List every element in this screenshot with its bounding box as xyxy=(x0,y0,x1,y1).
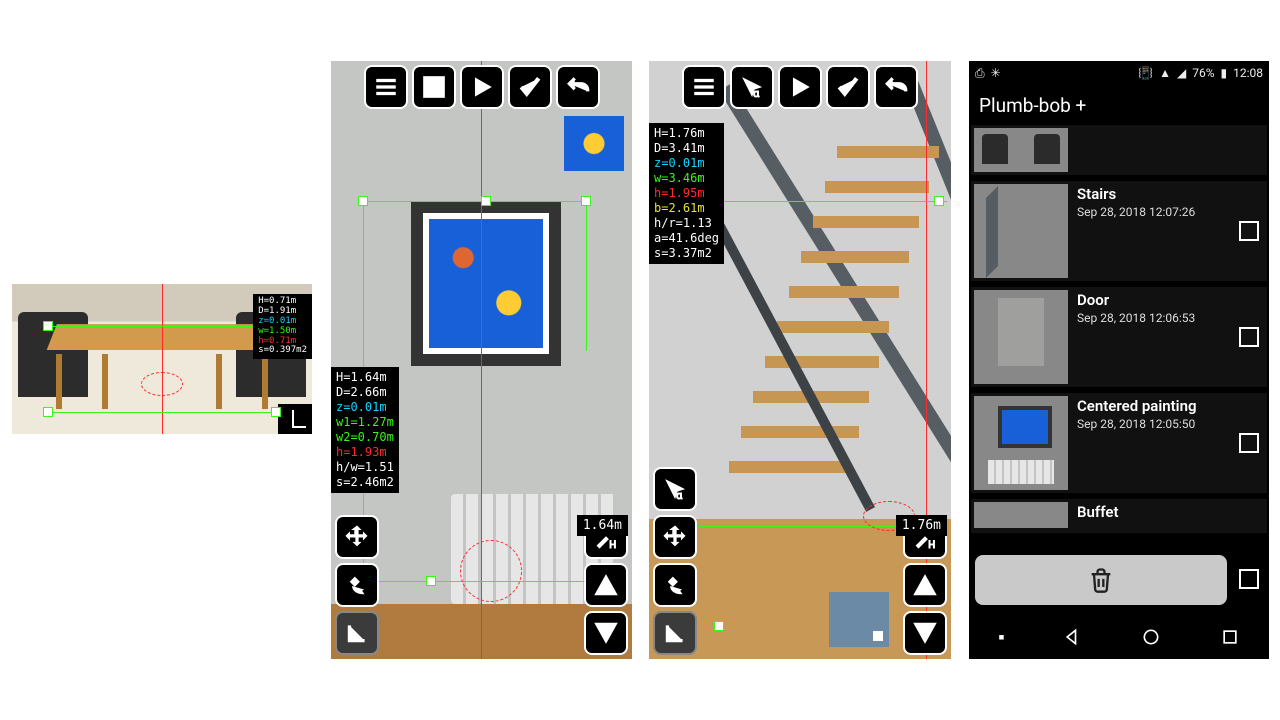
canvas: H=0.71m D=1.91m z=0.01m w=1.50m h=0.71m … xyxy=(0,0,1280,720)
checkbox[interactable] xyxy=(1239,433,1259,453)
item-name: Stairs xyxy=(1077,185,1195,203)
screenshot-list: ⎙ ✳ 📳 ▲ ◢ 76% ▮ 12:08 Plumb-bob + Stairs… xyxy=(969,61,1269,659)
recent-icon[interactable] xyxy=(1220,627,1240,647)
screenshot-stairs: α H=1.76m D=3.41m z=0.01m w=3.46m h=1.95… xyxy=(649,61,951,659)
thumbnail xyxy=(974,128,1068,172)
measurement-list: Stairs Sep 28, 2018 12:07:26 Door Sep 28… xyxy=(969,125,1269,533)
toolbar-right: H 1.64m xyxy=(584,515,628,655)
measurements-overlay: H=0.71m D=1.91m z=0.01m w=1.50m h=0.71m … xyxy=(253,294,312,359)
toolbar-top xyxy=(364,65,600,109)
target-circle xyxy=(141,372,183,396)
back-icon[interactable] xyxy=(1063,627,1083,647)
checkbox[interactable] xyxy=(1239,221,1259,241)
thumbnail xyxy=(974,290,1068,384)
checkbox[interactable] xyxy=(1239,327,1259,347)
svg-text:α: α xyxy=(753,87,760,100)
item-name: Buffet xyxy=(1077,503,1119,521)
item-name: Door xyxy=(1077,291,1195,309)
list-item[interactable] xyxy=(971,125,1267,175)
item-date: Sep 28, 2018 12:07:26 xyxy=(1077,205,1195,219)
mini-preview xyxy=(564,116,624,171)
drop-point-button[interactable] xyxy=(903,611,947,655)
trash-icon xyxy=(1087,566,1115,594)
nav-menu-icon[interactable]: ▪ xyxy=(998,627,1004,648)
android-navbar: ▪ xyxy=(969,615,1269,659)
share-button[interactable] xyxy=(653,563,697,607)
battery-pct: 76% xyxy=(1192,66,1214,80)
add-point-button[interactable] xyxy=(903,563,947,607)
thumbnail xyxy=(974,396,1068,490)
item-date: Sep 28, 2018 12:05:50 xyxy=(1077,417,1197,431)
guide-line xyxy=(361,201,586,202)
clock: 12:08 xyxy=(1233,66,1263,80)
battery-icon: ▮ xyxy=(1221,66,1228,80)
drop-point-button[interactable] xyxy=(584,611,628,655)
status-bar: ⎙ ✳ 📳 ▲ ◢ 76% ▮ 12:08 xyxy=(969,61,1269,85)
item-name: Centered painting xyxy=(1077,397,1197,415)
play-button[interactable] xyxy=(778,65,822,109)
toolbar-top: α xyxy=(682,65,918,109)
target-circle xyxy=(460,540,522,602)
painting xyxy=(411,201,561,366)
list-item[interactable]: Buffet xyxy=(971,499,1267,533)
usb-icon: ⎙ xyxy=(975,66,985,81)
axes-button[interactable] xyxy=(335,611,379,655)
thumbnail xyxy=(974,184,1068,278)
item-date: Sep 28, 2018 12:06:53 xyxy=(1077,311,1195,325)
svg-text:H: H xyxy=(609,540,616,550)
axes-button[interactable] xyxy=(653,611,697,655)
guide-line xyxy=(48,412,276,413)
toolbar-right: H 1.76m xyxy=(903,515,947,655)
thumbnail xyxy=(974,502,1068,528)
move-button[interactable] xyxy=(335,515,379,559)
signal-icon: ◢ xyxy=(1177,66,1186,80)
guide-line xyxy=(586,201,587,351)
undo-button[interactable] xyxy=(556,65,600,109)
measurements-overlay: H=1.64m D=2.66m z=0.01m w1=1.27m w2=0.70… xyxy=(331,367,399,493)
select-all-checkbox[interactable] xyxy=(1239,569,1259,589)
distance-label: 1.76m xyxy=(896,515,947,536)
undo-button[interactable] xyxy=(874,65,918,109)
angle-cursor-button[interactable]: α xyxy=(730,65,774,109)
menu-button[interactable] xyxy=(364,65,408,109)
wifi-icon: ▲ xyxy=(1159,66,1171,80)
vibrate-icon: 📳 xyxy=(1138,66,1153,80)
share-button[interactable] xyxy=(335,563,379,607)
menu-button[interactable] xyxy=(682,65,726,109)
app-title: Plumb-bob + xyxy=(969,85,1269,125)
toolbar-left xyxy=(335,515,379,655)
mini-preview xyxy=(278,404,312,434)
bug-icon: ✳ xyxy=(991,66,1001,80)
measurements-overlay: H=1.76m D=3.41m z=0.01m w=3.46m h=1.95m … xyxy=(649,123,724,264)
move-button[interactable] xyxy=(653,515,697,559)
add-point-button[interactable] xyxy=(584,563,628,607)
list-item[interactable]: Door Sep 28, 2018 12:06:53 xyxy=(971,287,1267,387)
mini-preview xyxy=(829,592,889,647)
confirm-button[interactable] xyxy=(508,65,552,109)
list-item[interactable]: Centered painting Sep 28, 2018 12:05:50 xyxy=(971,393,1267,493)
delete-button[interactable] xyxy=(975,555,1227,605)
guide-line xyxy=(48,326,276,327)
screenshot-painting: H=1.64m D=2.66m z=0.01m w1=1.27m w2=0.70… xyxy=(331,61,632,659)
home-icon[interactable] xyxy=(1141,627,1161,647)
angle-cursor-button[interactable]: α xyxy=(653,467,697,511)
svg-text:H: H xyxy=(928,540,935,550)
play-button[interactable] xyxy=(460,65,504,109)
screenshot-table: H=0.71m D=1.91m z=0.01m w=1.50m h=0.71m … xyxy=(12,284,312,434)
grid-button[interactable] xyxy=(412,65,456,109)
toolbar-left: α xyxy=(653,467,697,655)
list-item[interactable]: Stairs Sep 28, 2018 12:07:26 xyxy=(971,181,1267,281)
distance-label: 1.64m xyxy=(577,515,628,536)
svg-text:α: α xyxy=(676,489,683,502)
confirm-button[interactable] xyxy=(826,65,870,109)
